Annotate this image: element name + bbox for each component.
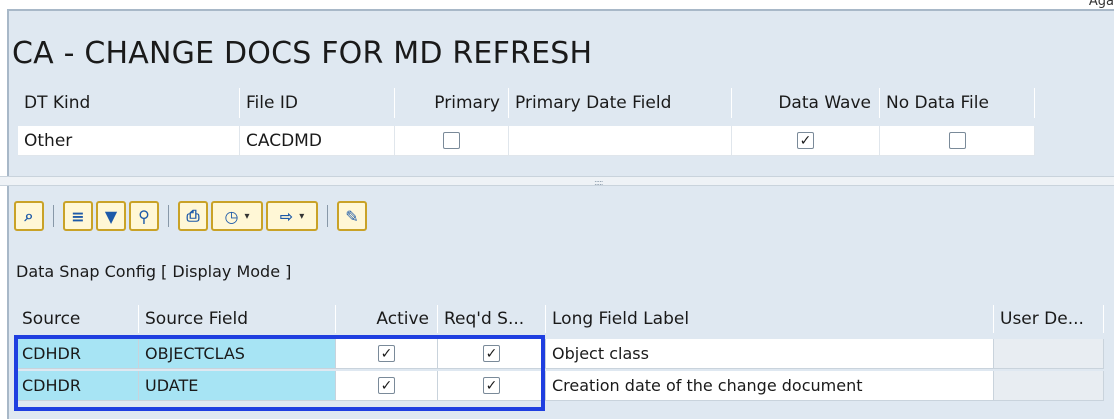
col-file-id: File ID <box>240 88 395 118</box>
header-table-header: DT Kind File ID Primary Primary Date Fie… <box>18 88 1035 118</box>
data-wave-cell: ✓ <box>732 126 880 156</box>
find-icon: ⚲ <box>138 206 150 226</box>
col-reqd[interactable]: Req'd S... <box>438 305 546 333</box>
col-source[interactable]: Source <box>16 305 139 333</box>
dt-kind-field[interactable]: Other <box>18 126 240 156</box>
toolbar-separator <box>53 205 54 227</box>
reqd-cell: ✓ <box>438 371 546 401</box>
reqd-cell: ✓ <box>438 339 546 369</box>
source-field-cell[interactable]: UDATE <box>139 371 336 401</box>
splitter[interactable]: ::::: <box>0 176 1114 187</box>
print-icon: ⎙ <box>186 206 200 225</box>
table-row[interactable]: CDHDR OBJECTCLAS ✓ ✓ Object class <box>16 339 1104 369</box>
source-field-cell[interactable]: OBJECTCLAS <box>139 339 336 369</box>
active-cell: ✓ <box>336 371 438 401</box>
reqd-checkbox[interactable]: ✓ <box>483 345 500 362</box>
section-label: Data Snap Config [ Display Mode ] <box>16 262 292 281</box>
col-active[interactable]: Active <box>336 305 438 333</box>
active-cell: ✓ <box>336 339 438 369</box>
user-de-cell[interactable] <box>994 371 1104 401</box>
col-no-data-file: No Data File <box>880 88 1035 118</box>
no-data-file-cell <box>880 126 1035 156</box>
toolbar-separator <box>327 205 328 227</box>
no-data-file-checkbox[interactable] <box>948 132 966 149</box>
primary-cell <box>395 126 509 156</box>
sort-button[interactable]: ≡ <box>63 201 93 231</box>
primary-date-field[interactable] <box>509 126 732 156</box>
col-source-field[interactable]: Source Field <box>139 305 336 333</box>
reqd-checkbox[interactable]: ✓ <box>483 377 500 394</box>
col-dt-kind: DT Kind <box>18 88 240 118</box>
table-row[interactable]: CDHDR UDATE ✓ ✓ Creation date of the cha… <box>16 371 1104 401</box>
data-wave-checkbox[interactable]: ✓ <box>797 132 814 149</box>
change-settings-button[interactable]: ✎ <box>337 201 367 231</box>
corner-text: Aga <box>1088 0 1114 9</box>
filter-button[interactable]: ▼ <box>96 201 126 231</box>
dropdown-arrow-icon: ▾ <box>299 210 305 222</box>
page-title: CA - CHANGE DOCS FOR MD REFRESH <box>12 36 593 71</box>
primary-checkbox[interactable] <box>443 132 460 149</box>
filter-icon: ▼ <box>104 206 118 226</box>
grid-header: Source Source Field Active Req'd S... Lo… <box>16 305 1104 333</box>
col-long-field-label[interactable]: Long Field Label <box>546 305 994 333</box>
change-settings-icon: ✎ <box>345 206 359 226</box>
dropdown-arrow-icon: ▾ <box>244 210 250 222</box>
find-button[interactable]: ⚲ <box>129 201 159 231</box>
col-primary: Primary <box>395 88 509 118</box>
col-user-de[interactable]: User De... <box>994 305 1104 333</box>
print-button[interactable]: ⎙ <box>178 201 208 231</box>
layout-button[interactable]: ◷ ▾ <box>211 201 263 231</box>
toolbar-separator <box>168 205 169 227</box>
col-data-wave: Data Wave <box>732 88 880 118</box>
export-icon: ⇨ <box>279 206 294 226</box>
active-checkbox[interactable]: ✓ <box>378 345 395 362</box>
align-icon: ≡ <box>71 206 85 226</box>
col-primary-date-field: Primary Date Field <box>509 88 732 118</box>
active-checkbox[interactable]: ✓ <box>378 377 395 394</box>
user-de-cell[interactable] <box>994 339 1104 369</box>
layout-icon: ◷ <box>224 206 239 226</box>
source-cell[interactable]: CDHDR <box>16 371 139 401</box>
source-cell[interactable]: CDHDR <box>16 339 139 369</box>
detail-icon: ⌕ <box>24 206 34 225</box>
long-field-label-cell[interactable]: Object class <box>546 339 994 369</box>
export-button[interactable]: ⇨ ▾ <box>266 201 318 231</box>
long-field-label-cell[interactable]: Creation date of the change document <box>546 371 994 401</box>
file-id-field[interactable]: CACDMD <box>240 126 395 156</box>
splitter-grip[interactable]: ::::: <box>594 178 604 187</box>
header-table-row: Other CACDMD ✓ <box>18 126 1035 156</box>
detail-button[interactable]: ⌕ <box>14 201 44 231</box>
grid-toolbar: ⌕ ≡ ▼ ⚲ ⎙ ◷ ▾ ⇨ ▾ ✎ <box>14 198 370 234</box>
